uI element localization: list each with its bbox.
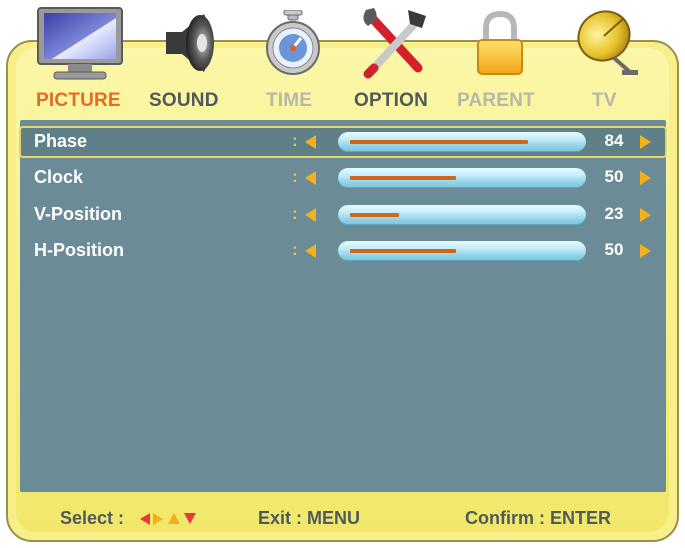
lock-icon[interactable] — [474, 10, 526, 78]
increase-arrow-icon[interactable] — [640, 244, 651, 258]
setting-label: H-Position — [34, 240, 124, 260]
tab-time[interactable]: TIME — [266, 90, 312, 112]
setting-label: V-Position — [34, 204, 123, 224]
setting-row-clock[interactable]: Clock : 50 — [20, 162, 666, 194]
slider-fill — [350, 140, 528, 144]
monitor-icon[interactable] — [36, 6, 124, 86]
setting-row-v-position[interactable]: V-Position : 23 — [20, 199, 666, 231]
tab-parent[interactable]: PARENT — [457, 90, 535, 112]
setting-colon: : — [292, 204, 298, 223]
tab-tv[interactable]: TV — [592, 90, 617, 112]
setting-colon: : — [292, 167, 298, 186]
decrease-arrow-icon[interactable] — [305, 244, 316, 258]
increase-arrow-icon[interactable] — [640, 208, 651, 222]
setting-row-h-position[interactable]: H-Position : 50 — [20, 235, 666, 267]
setting-value: 23 — [604, 204, 624, 223]
h-position-slider[interactable] — [338, 241, 586, 261]
increase-arrow-icon[interactable] — [640, 171, 651, 185]
clock-slider[interactable] — [338, 168, 586, 188]
tab-picture[interactable]: PICTURE — [36, 90, 121, 112]
decrease-arrow-icon[interactable] — [305, 135, 316, 149]
setting-value: 50 — [604, 167, 624, 186]
slider-fill — [350, 213, 399, 217]
setting-colon: : — [292, 240, 298, 259]
setting-value: 50 — [604, 240, 624, 259]
decrease-arrow-icon[interactable] — [305, 208, 316, 222]
stopwatch-icon[interactable] — [264, 9, 322, 76]
setting-colon: : — [292, 131, 298, 150]
tab-sound[interactable]: SOUND — [149, 90, 219, 112]
select-hint: Select : — [60, 508, 125, 528]
tab-option[interactable]: OPTION — [354, 90, 428, 112]
v-position-slider[interactable] — [338, 205, 586, 225]
setting-label: Clock — [34, 167, 84, 187]
confirm-hint: Confirm : ENTER — [465, 508, 611, 528]
slider-fill — [350, 249, 456, 253]
setting-value: 84 — [604, 131, 624, 150]
menu-tabs: PICTURE SOUND TIME OPTION PARENT TV — [0, 86, 685, 116]
phase-slider[interactable] — [338, 132, 586, 152]
setting-row-phase[interactable]: Phase : 84 — [19, 126, 667, 158]
setting-label: Phase — [34, 131, 88, 151]
decrease-arrow-icon[interactable] — [305, 171, 316, 185]
tab-icons — [0, 0, 685, 82]
exit-hint: Exit : MENU — [258, 508, 361, 528]
increase-arrow-icon[interactable] — [640, 135, 651, 149]
settings-panel: Phase : 84 Clock : 50 V-Position : 23 H-… — [19, 120, 667, 492]
slider-fill — [350, 176, 456, 180]
satellite-dish-icon[interactable] — [574, 6, 640, 78]
speaker-icon[interactable] — [160, 10, 220, 76]
footer-hints: Select : Exit : MENU Confirm : ENTER — [0, 500, 685, 536]
tools-icon[interactable] — [360, 6, 432, 80]
